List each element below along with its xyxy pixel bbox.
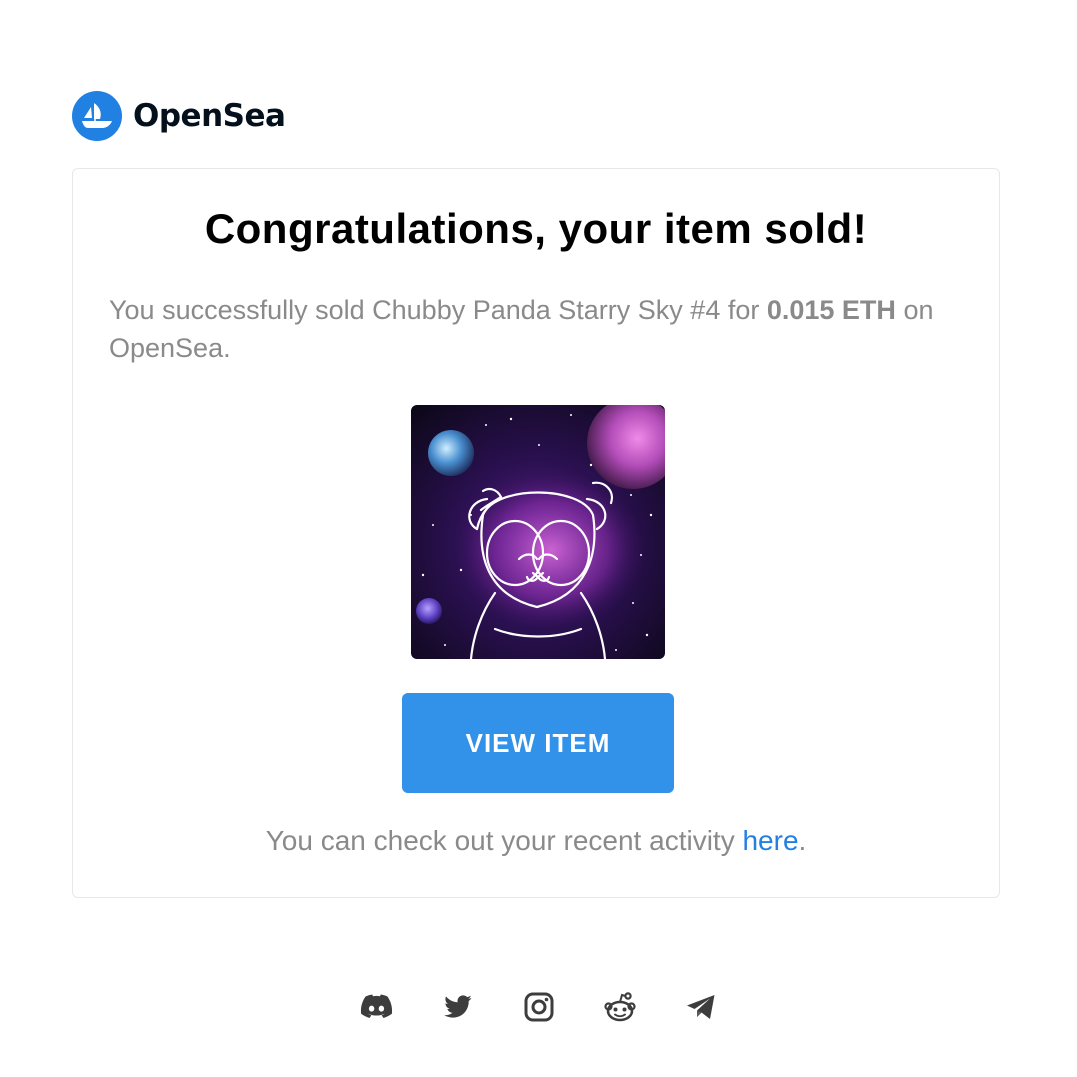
opensea-logo[interactable]: OpenSea — [72, 91, 286, 141]
sale-price: 0.015 ETH — [766, 295, 896, 325]
telegram-icon[interactable] — [684, 990, 717, 1023]
nft-image[interactable] — [411, 405, 665, 659]
opensea-ship-icon — [72, 91, 122, 141]
sale-message-prefix: You successfully sold Chubby Panda Starr… — [109, 295, 767, 325]
activity-here-link[interactable]: here — [742, 825, 798, 856]
view-item-button[interactable]: VIEW ITEM — [402, 693, 674, 793]
discord-icon[interactable] — [360, 990, 393, 1023]
activity-note-suffix: . — [798, 825, 807, 856]
activity-note-prefix: You can check out your recent activity — [265, 825, 743, 856]
twitter-icon[interactable] — [441, 990, 474, 1023]
reddit-icon[interactable] — [603, 990, 636, 1023]
instagram-icon[interactable] — [522, 990, 555, 1023]
email-page: OpenSea Congratulations, your item sold!… — [0, 0, 1077, 1077]
brand-name: OpenSea — [133, 98, 286, 134]
social-links — [0, 990, 1077, 1023]
sale-card: Congratulations, your item sold! You suc… — [72, 168, 1000, 898]
activity-note: You can check out your recent activity h… — [73, 825, 999, 857]
headline: Congratulations, your item sold! — [204, 205, 868, 252]
sale-message: You successfully sold Chubby Panda Starr… — [109, 291, 969, 367]
